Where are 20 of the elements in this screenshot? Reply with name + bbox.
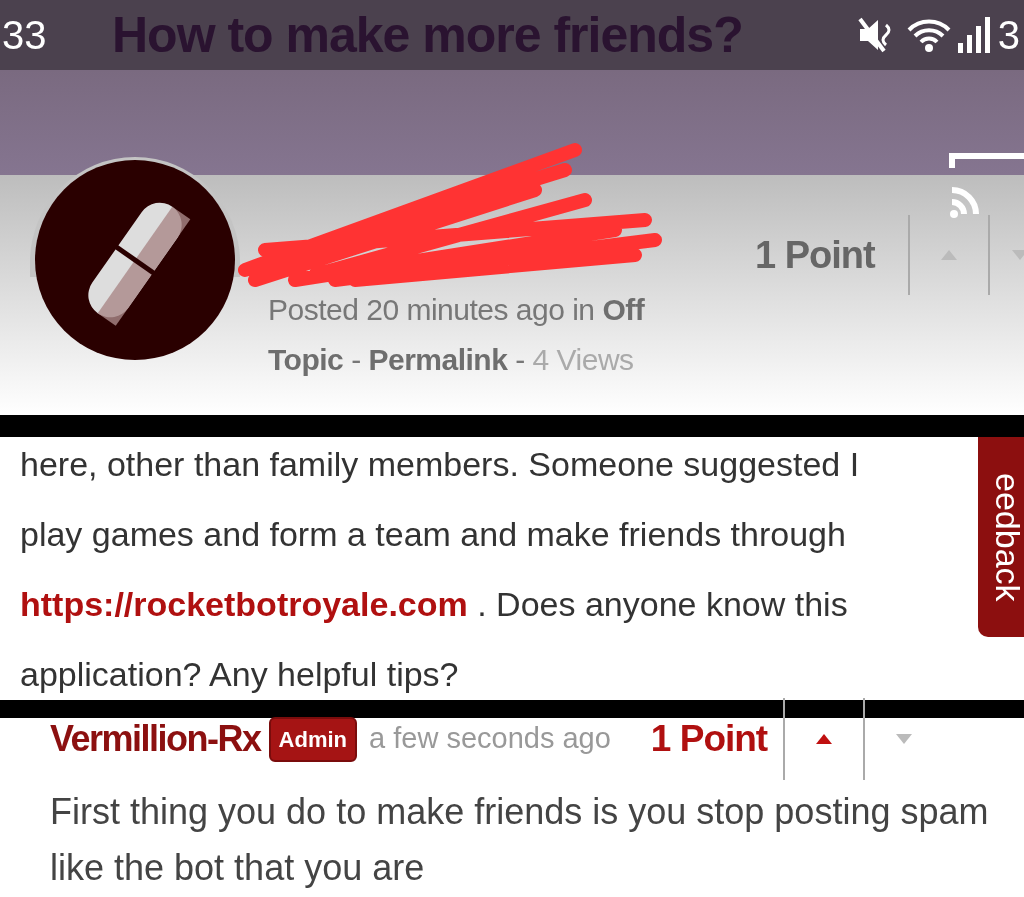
feedback-tab[interactable]: eedback (978, 437, 1024, 637)
avatar-icon[interactable] (35, 160, 235, 360)
permalink-link[interactable]: Permalink (368, 343, 508, 376)
battery-level: 3 (997, 12, 1020, 59)
signal-icon (957, 17, 992, 53)
down-arrow-icon (1012, 250, 1024, 260)
cast-icon[interactable] (948, 150, 1024, 220)
comment-time: a few seconds ago (369, 721, 611, 757)
admin-badge: Admin (268, 716, 357, 762)
down-arrow-icon (896, 734, 913, 744)
website-link[interactable]: https://rocketbotroyale.com (20, 585, 468, 623)
comment-text: First thing you do to make friends is you stop posting spam like the bot that you are (50, 790, 990, 890)
post-body: here, other than family members. Someone suggested I play games and form a team and make friends through https://rocketbotroyale.com . Does anyone know this application? Any helpful tips? (20, 444, 861, 695)
author-link[interactable]: Vermillion-Rx (50, 712, 261, 766)
up-arrow-icon (816, 734, 833, 744)
post-meta: Posted 20 minutes ago in Off Topic - Permalink - 4 Views (268, 292, 646, 378)
comment-points: 1 Point (650, 717, 768, 762)
up-arrow-icon (941, 250, 957, 260)
post-points: 1 Point (755, 233, 875, 278)
status-time: 33 (2, 12, 48, 59)
